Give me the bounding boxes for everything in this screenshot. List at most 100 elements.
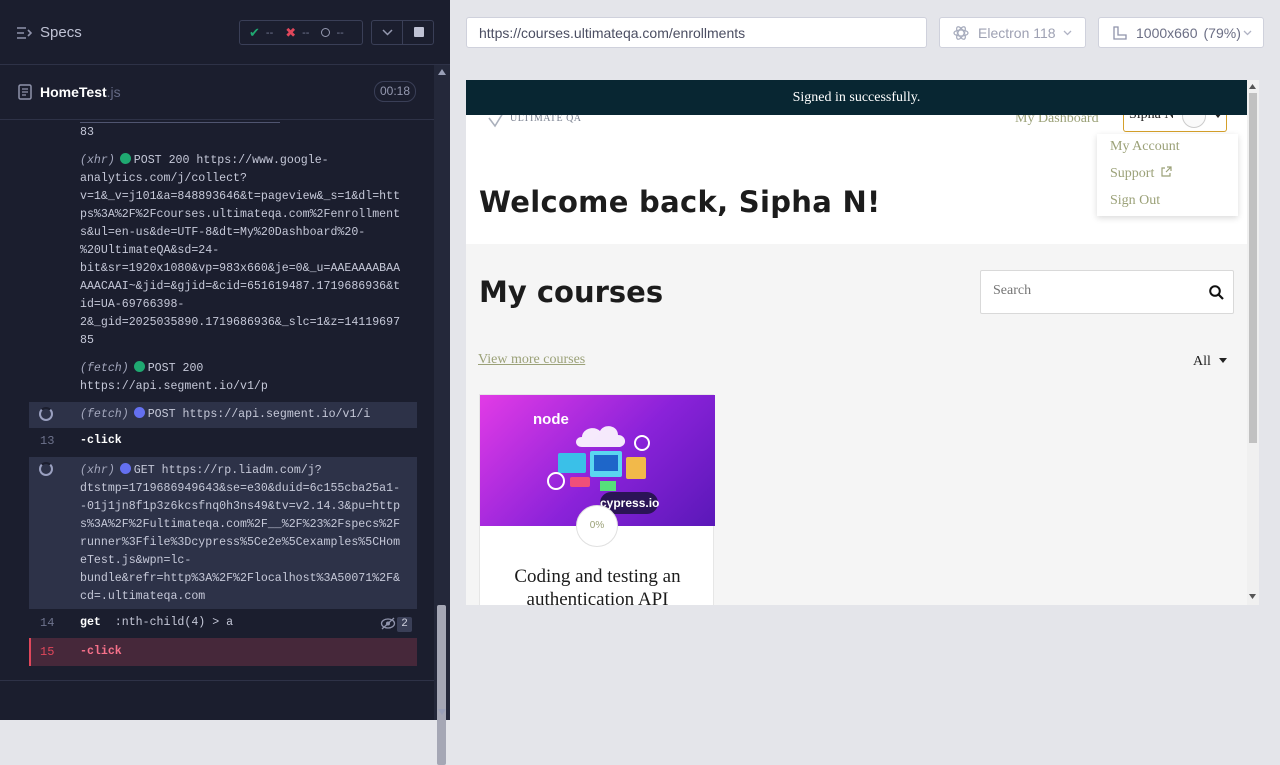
url-bar[interactable]: https://courses.ultimateqa.com/enrollmen… [466,17,927,48]
chevron-down-icon [1243,30,1252,35]
command-name: -click [80,434,122,447]
stop-icon[interactable] [414,27,424,37]
frame-scrollbar-thumb[interactable] [1249,93,1257,443]
specs-toggle[interactable]: Specs [16,24,82,41]
specs-icon [17,26,32,39]
course-title-line1: Coding and testing an [514,566,681,587]
pending-spinner-icon [39,407,53,421]
log-line: bundle&refr=http%3A%2F%2Flocalhost%3A500… [80,572,401,585]
my-courses-heading: My courses [479,275,664,309]
runner-header: Specs ✔ -- ✖ -- -- [0,0,450,65]
pending-count: -- [336,26,344,39]
command-log-panel: Specs ✔ -- ✖ -- -- HomeTest.js 00:18 83 … [0,0,450,765]
success-dot-icon [119,153,131,164]
failed-count: -- [302,26,310,39]
log-type: (fetch) [80,408,129,421]
log-footer [0,680,434,720]
log-line: cd=.ultimateqa.com [80,590,206,603]
browser-label: Electron 118 [978,24,1056,41]
external-link-icon [1161,166,1172,177]
log-type: (xhr) [80,464,115,477]
log-line: analytics.com/j/collect? [80,172,247,185]
view-more-courses-link[interactable]: View more courses [478,352,585,368]
course-filter-select[interactable]: All [1193,352,1228,370]
command-name: get [80,616,101,629]
command-name: -click [80,645,122,658]
command-selector: :nth-child(4) > a [114,616,234,629]
caret-down-icon [1219,358,1228,363]
test-stats: ✔ -- ✖ -- -- [239,20,363,45]
menu-my-account[interactable]: My Account [1110,139,1180,155]
pending-dot-icon [133,407,145,418]
log-scrollbar-thumb[interactable] [437,605,446,765]
log-line: bit&sr=1920x1080&vp=983x660&je=0&_u=AAEA… [80,262,401,275]
failed-icon: ✖ [285,24,297,40]
scroll-down-icon [438,709,446,715]
course-card[interactable]: node cypress.io 0% Coding and testing an… [479,394,715,605]
course-title-line2: authentication API [526,589,669,605]
log-url: https://api.segment.io/v1/p [80,380,268,393]
browser-select[interactable]: Electron 118 [939,17,1086,48]
run-timer: 00:18 [374,81,416,102]
log-method: POST 200 [147,362,204,375]
viewport-select[interactable]: 1000x660 (79%) [1098,17,1264,48]
welcome-heading: Welcome back, Sipha N! [479,185,881,219]
signed-in-banner: Signed in successfully. [466,80,1247,115]
menu-support[interactable]: Support [1110,166,1172,182]
frame-scrollbar[interactable] [1247,80,1259,605]
user-dropdown-menu: My Account Support Sign Out [1097,134,1238,216]
log-type: (fetch) [80,362,129,375]
log-line: AAACAAI~&jid=&gjid=&cid=651619487.171968… [80,280,401,293]
log-line-83: 83 [80,126,94,139]
log-line: 2&_gid=2025035890.1719686936&_slc=1&z=14… [80,316,401,329]
log-line: dtstmp=1719686949643&se=e30&duid=6c155cb… [80,482,401,495]
command-number: 15 [40,645,55,659]
log-line: v=1&_v=j101&a=848893646&t=pageview&_s=1&… [80,190,401,203]
spec-file-basename: HomeTest [40,84,107,100]
run-controls [371,20,434,45]
log-line: ps%3A%2F%2Fcourses.ultimateqa.com%2Fenro… [80,208,401,221]
menu-sign-out[interactable]: Sign Out [1110,193,1160,209]
filter-label: All [1193,354,1211,369]
specs-label: Specs [40,24,82,41]
search-input[interactable] [993,283,1193,299]
chevron-down-icon [382,29,393,36]
log-scrollbar[interactable] [434,65,450,765]
passed-count: -- [265,26,274,39]
ruler-icon [1113,25,1127,40]
log-line: eTest.js&wpn=lc- [80,554,192,567]
scroll-up-icon [1249,84,1256,89]
pending-dot-icon [119,463,131,474]
expand-button[interactable] [372,21,403,44]
course-illustration-icon [547,426,650,491]
log-method: POST 200 https://www.google- [133,154,329,167]
pending-icon [321,28,331,37]
command-number: 14 [40,616,55,630]
menu-support-label: Support [1110,166,1155,181]
eye-slash-icon [380,617,396,630]
log-line: runner%3Ffile%3Dcypress%5Ce2e%5Cexamples… [80,536,401,549]
viewport-size: 1000x660 [1136,24,1198,41]
electron-icon [953,25,969,40]
zoom-level: (79%) [1203,24,1241,41]
log-line-partial [80,120,280,123]
log-method: GET https://rp.liadm.com/j? [133,464,322,477]
aut-panel: https://courses.ultimateqa.com/enrollmen… [450,0,1280,720]
search-icon[interactable] [1209,285,1224,300]
scroll-down-icon [1249,594,1256,599]
pending-spinner-icon [39,462,53,476]
course-search[interactable] [980,270,1234,314]
chevron-down-icon [1063,30,1072,35]
command-log: 83 (xhr) POST 200 https://www.google- ana… [0,120,434,680]
course-title[interactable]: Coding and testing an authentication API [480,565,715,605]
scroll-up-icon [438,69,446,75]
log-line: id=UA-69766398- [80,298,185,311]
success-dot-icon [133,361,145,372]
log-line: %20UltimateQA&sd=24- [80,244,220,257]
log-line: -01j1jn8f1p3z6kcsfnq0h3ns49&tv=v2.14.3&p… [80,500,401,513]
passed-icon: ✔ [249,24,260,40]
spec-file-name[interactable]: HomeTest.js [40,84,121,100]
command-number: 13 [40,434,55,448]
spec-file-ext: .js [106,84,121,100]
log-line: s%3A%2F%2Fultimateqa.com%2F__%2F%23%2Fsp… [80,518,401,531]
